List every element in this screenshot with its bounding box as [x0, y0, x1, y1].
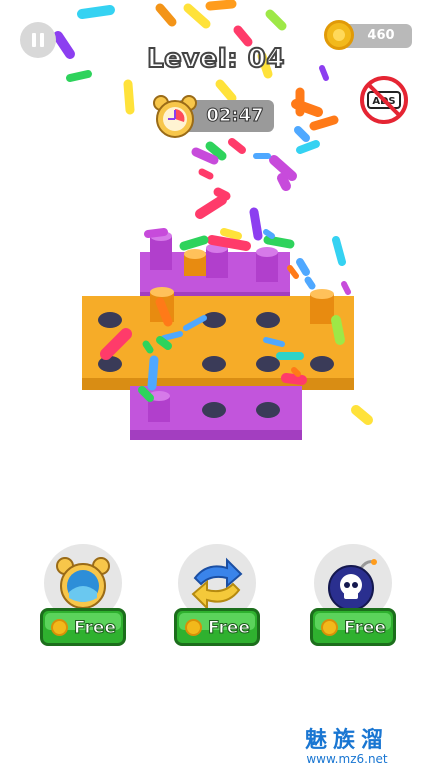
purple-peg[interactable]: [206, 243, 228, 278]
free-label: Free: [208, 618, 251, 639]
booster-shuffle[interactable]: Free: [174, 544, 260, 646]
watermark-brand: 魅族溜: [304, 727, 389, 753]
level-title: Level: 04: [146, 43, 285, 75]
watermark-url: www.mz6.net: [306, 752, 388, 766]
coin-count: 460: [367, 28, 395, 43]
orange-peg[interactable]: [184, 249, 206, 276]
coin-icon: [321, 619, 338, 636]
free-button[interactable]: Free: [40, 608, 126, 646]
coin-icon: [51, 619, 68, 636]
booster-extra-time[interactable]: Free: [40, 544, 126, 646]
skull-bomb-icon: [328, 559, 377, 611]
timer-value: 02:47: [206, 105, 264, 127]
free-button[interactable]: Free: [310, 608, 396, 646]
free-label: Free: [344, 618, 387, 639]
free-button[interactable]: Free: [174, 608, 260, 646]
alarm-clock-icon: [153, 95, 197, 138]
swap-arrows-icon: [191, 557, 243, 611]
booster-bomb[interactable]: Free: [310, 544, 396, 646]
orange-peg[interactable]: [310, 289, 334, 324]
purple-peg[interactable]: [256, 247, 278, 282]
alarm-clock-icon: [56, 557, 110, 609]
free-label: Free: [74, 618, 117, 639]
no-ads-button[interactable]: ADS: [360, 76, 408, 124]
watermark: 魅族溜 www.mz6.net: [292, 727, 402, 766]
coin-icon: [185, 619, 202, 636]
